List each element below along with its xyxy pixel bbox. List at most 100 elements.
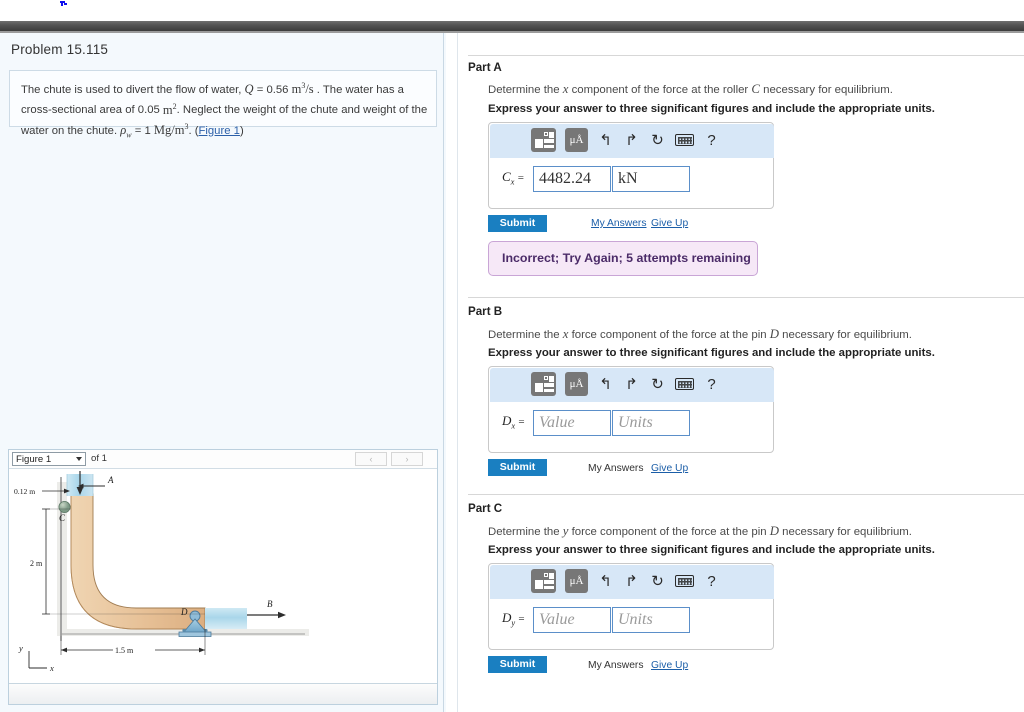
figure-select-value: Figure 1 xyxy=(16,453,52,465)
pa-eq: = xyxy=(517,172,524,184)
axis-label-y: y xyxy=(18,643,23,653)
dim-2m: 2 m xyxy=(30,559,43,568)
part-c-question: Determine the y force component of the f… xyxy=(488,524,912,539)
chevron-down-icon xyxy=(76,457,82,461)
mouse-cursor-artifact xyxy=(60,1,68,9)
part-b-value-input[interactable]: Value xyxy=(533,410,611,436)
problem-statement-text: The chute is used to divert the flow of … xyxy=(21,78,429,143)
pa-q-var2: C xyxy=(751,82,760,96)
browser-blank-strip xyxy=(0,0,1024,21)
pb-eq: = xyxy=(518,416,525,428)
part-b-label: Part B xyxy=(468,305,503,318)
part-c-give-up-link[interactable]: Give Up xyxy=(651,660,688,671)
pc-eq: = xyxy=(518,613,525,625)
chute-diagram: A B C D 0.12 m 2 m 1.5 m y x xyxy=(14,471,309,673)
units-icon[interactable]: μÅ xyxy=(565,569,588,593)
figure-canvas: A B C D 0.12 m 2 m 1.5 m y x xyxy=(9,469,437,682)
part-b-my-answers-link[interactable]: My Answers xyxy=(588,463,644,474)
part-c-answer-label: Dy = xyxy=(502,610,525,628)
figure-prev-button[interactable]: ‹ xyxy=(355,452,387,466)
pc-q-post: necessary for equilibrium. xyxy=(779,526,912,538)
statement-text-6: . ( xyxy=(188,124,199,137)
part-b-give-up-link[interactable]: Give Up xyxy=(651,463,688,474)
help-icon[interactable]: ? xyxy=(703,377,720,392)
page-root: Problem 15.115 The chute is used to dive… xyxy=(0,0,1024,712)
part-a-label: Part A xyxy=(468,61,502,74)
part-a-units-input[interactable]: kN xyxy=(612,166,690,192)
figure-count-label: of 1 xyxy=(91,453,108,464)
units-icon[interactable]: μÅ xyxy=(565,372,588,396)
keyboard-icon[interactable] xyxy=(675,378,694,390)
pc-sub: y xyxy=(511,617,516,628)
redo-icon[interactable]: ↱ xyxy=(623,133,640,148)
undo-icon[interactable]: ↰ xyxy=(597,574,614,589)
reset-icon[interactable]: ↻ xyxy=(649,133,666,148)
help-icon[interactable]: ? xyxy=(703,574,720,589)
pb-sub: x xyxy=(511,420,516,431)
part-a-feedback-text: Incorrect; Try Again; 5 attempts remaini… xyxy=(502,251,751,265)
part-a-my-answers-link[interactable]: My Answers xyxy=(591,218,647,229)
part-a-answer-label: Cx = xyxy=(502,169,524,187)
reset-icon[interactable]: ↻ xyxy=(649,574,666,589)
unit-per-s: /s xyxy=(305,82,314,97)
template-icon[interactable] xyxy=(531,128,556,152)
template-icon[interactable] xyxy=(531,569,556,593)
pb-sym: D xyxy=(502,413,512,428)
part-b-question: Determine the x force component of the f… xyxy=(488,327,912,342)
part-a-submit-button[interactable]: Submit xyxy=(488,215,547,232)
part-b-submit-button[interactable]: Submit xyxy=(488,459,547,476)
window-title-bar xyxy=(0,21,1024,31)
statement-text-1: The chute is used to divert the flow of … xyxy=(21,84,245,97)
template-icon[interactable] xyxy=(531,372,556,396)
part-a-value-input[interactable]: 4482.24 xyxy=(533,166,611,192)
unit-Mg-per-m3: Mg/m3 xyxy=(154,122,189,137)
part-a-question: Determine the x component of the force a… xyxy=(488,82,893,97)
label-C: C xyxy=(59,513,66,523)
keyboard-icon[interactable] xyxy=(675,575,694,587)
part-b-sigfig-note: Express your answer to three significant… xyxy=(488,347,935,359)
part-c-units-input[interactable]: Units xyxy=(612,607,690,633)
redo-icon[interactable]: ↱ xyxy=(623,377,640,392)
figure-select[interactable]: Figure 1 xyxy=(12,452,86,466)
pa-q-mid: component of the force at the roller xyxy=(568,84,752,96)
help-icon[interactable]: ? xyxy=(703,133,720,148)
figure-next-button[interactable]: › xyxy=(391,452,423,466)
panel-divider-left xyxy=(443,33,444,712)
pa-sym: C xyxy=(502,169,511,184)
statement-text-7: ) xyxy=(239,124,244,137)
unit-m-squared: m2 xyxy=(163,101,177,116)
figure-link[interactable]: Figure 1 xyxy=(198,125,239,137)
part-b-answer-box: μÅ ↰ ↱ ↻ ? Dx = Value Units xyxy=(488,366,774,453)
label-A: A xyxy=(107,475,114,485)
part-b-toolbar-buttons: μÅ ↰ ↱ ↻ ? xyxy=(531,372,720,396)
keyboard-icon[interactable] xyxy=(675,134,694,146)
figure-panel: Figure 1 of 1 ‹ › A B C D 0.12 m 2 m 1.5… xyxy=(8,449,438,705)
undo-icon[interactable]: ↰ xyxy=(597,377,614,392)
redo-icon[interactable]: ↱ xyxy=(623,574,640,589)
part-a-give-up-link[interactable]: Give Up xyxy=(651,218,688,229)
statement-text-2: = 0.56 xyxy=(253,84,292,97)
pc-sym: D xyxy=(502,610,512,625)
part-b-units-input[interactable]: Units xyxy=(612,410,690,436)
unit-m: m xyxy=(291,82,302,97)
pc-q-mid: force component of the force at the pin xyxy=(568,526,770,538)
label-D: D xyxy=(180,607,188,617)
symbol-rho: ρw xyxy=(120,123,131,140)
figure-toolbar: Figure 1 of 1 ‹ › xyxy=(9,450,437,469)
units-icon[interactable]: μÅ xyxy=(565,128,588,152)
part-a-sigfig-note: Express your answer to three significant… xyxy=(488,103,935,115)
part-c-label: Part C xyxy=(468,502,503,515)
part-c-value-input[interactable]: Value xyxy=(533,607,611,633)
page-title: Problem 15.115 xyxy=(11,42,109,57)
part-c-my-answers-link[interactable]: My Answers xyxy=(588,660,644,671)
part-c-submit-button[interactable]: Submit xyxy=(488,656,547,673)
undo-icon[interactable]: ↰ xyxy=(597,133,614,148)
reset-icon[interactable]: ↻ xyxy=(649,377,666,392)
pa-sub: x xyxy=(510,176,515,187)
separator-part-b xyxy=(468,297,1024,298)
part-b-answer-label: Dx = xyxy=(502,413,525,431)
part-c-toolbar-buttons: μÅ ↰ ↱ ↻ ? xyxy=(531,569,720,593)
dim-1-5m: 1.5 m xyxy=(115,646,134,655)
symbol-Q: Q xyxy=(244,82,254,97)
part-a-toolbar-buttons: μÅ ↰ ↱ ↻ ? xyxy=(531,128,720,152)
